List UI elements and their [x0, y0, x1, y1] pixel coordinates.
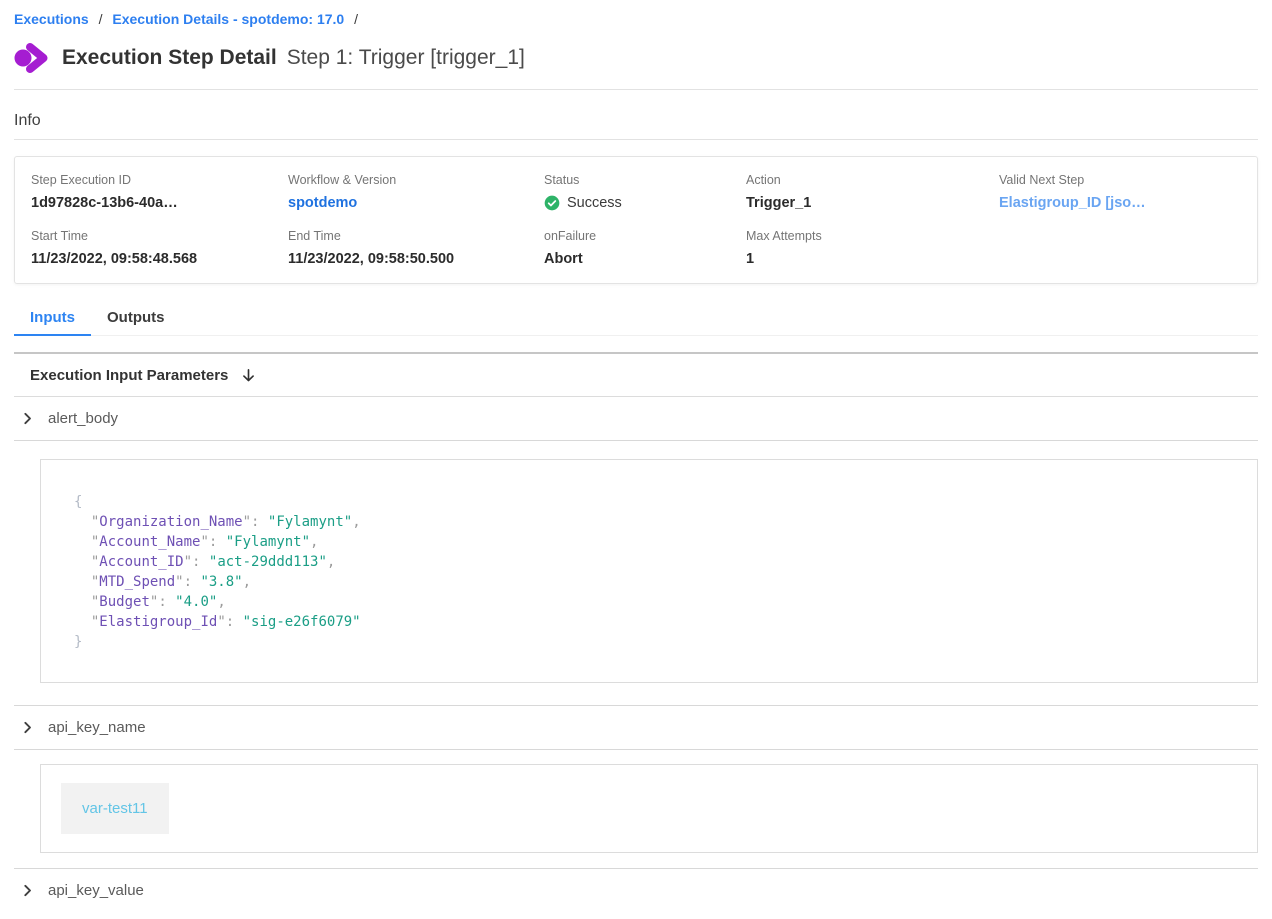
api-key-name-chip: var-test11 [61, 783, 169, 834]
breadcrumb-trailing-separator: / [354, 11, 358, 27]
tab-outputs[interactable]: Outputs [91, 309, 181, 336]
tab-inputs[interactable]: Inputs [14, 309, 91, 336]
field-workflow-version: Workflow & Version spotdemo [288, 173, 544, 211]
field-value: 1 [746, 251, 999, 267]
chevron-right-icon [20, 883, 35, 898]
param-row-alert-body[interactable]: alert_body [14, 397, 1258, 441]
field-onfailure: onFailure Abort [544, 229, 746, 267]
info-card: Step Execution ID 1d97828c-13b6-40a… Wor… [14, 156, 1258, 284]
field-label: Action [746, 173, 999, 187]
field-label: Valid Next Step [999, 173, 1241, 187]
field-label: Workflow & Version [288, 173, 544, 187]
page-header: Execution Step Detail Step 1: Trigger [t… [14, 39, 1258, 77]
field-value: 11/23/2022, 09:58:48.568 [31, 251, 288, 267]
field-label: onFailure [544, 229, 746, 243]
alert-body-value-box: { "Organization_Name": "Fylamynt", "Acco… [40, 459, 1258, 683]
section-title: Execution Input Parameters [30, 367, 228, 384]
workflow-link[interactable]: spotdemo [288, 195, 544, 211]
field-start-time: Start Time 11/23/2022, 09:58:48.568 [31, 229, 288, 267]
field-step-execution-id: Step Execution ID 1d97828c-13b6-40a… [31, 173, 288, 211]
brand-logo-icon [14, 42, 50, 74]
field-status: Status Success [544, 173, 746, 211]
breadcrumb: Executions / Execution Details - spotdem… [14, 0, 1258, 27]
execution-input-parameters-header: Execution Input Parameters [14, 354, 1258, 397]
breadcrumb-executions-link[interactable]: Executions [14, 11, 89, 27]
field-empty [999, 229, 1241, 267]
field-label: Start Time [31, 229, 288, 243]
field-label: Status [544, 173, 746, 187]
info-divider [14, 139, 1258, 140]
field-value: 1d97828c-13b6-40a… [31, 195, 288, 211]
page-title: Execution Step Detail [62, 46, 277, 70]
field-valid-next-step: Valid Next Step Elastigroup_ID [jso… [999, 173, 1241, 211]
param-row-api-key-name[interactable]: api_key_name [14, 705, 1258, 750]
title-divider [14, 89, 1258, 90]
success-check-icon [544, 195, 560, 211]
field-value: 11/23/2022, 09:58:50.500 [288, 251, 544, 267]
alert-body-json-viewer: { "Organization_Name": "Fylamynt", "Acco… [74, 492, 1224, 652]
param-name: api_key_name [48, 719, 146, 736]
param-row-api-key-value[interactable]: api_key_value [14, 868, 1258, 912]
param-name: api_key_value [48, 882, 144, 899]
page-subtitle: Step 1: Trigger [trigger_1] [287, 46, 525, 70]
field-value: Abort [544, 251, 746, 267]
field-label: Max Attempts [746, 229, 999, 243]
param-name: alert_body [48, 410, 118, 427]
valid-next-step-link[interactable]: Elastigroup_ID [jso… [999, 195, 1241, 211]
field-action: Action Trigger_1 [746, 173, 999, 211]
chevron-right-icon [20, 411, 35, 426]
status-text: Success [567, 195, 622, 211]
download-arrow-icon[interactable] [240, 367, 257, 384]
info-heading: Info [14, 112, 1258, 130]
field-max-attempts: Max Attempts 1 [746, 229, 999, 267]
breadcrumb-separator: / [99, 11, 103, 27]
tab-bar: Inputs Outputs [14, 309, 1258, 336]
chevron-right-icon [20, 720, 35, 735]
status-badge: Success [544, 195, 746, 211]
api-key-name-value-box: var-test11 [40, 764, 1258, 853]
breadcrumb-execution-details-link[interactable]: Execution Details - spotdemo: 17.0 [112, 11, 344, 27]
field-label: Step Execution ID [31, 173, 288, 187]
field-value: Trigger_1 [746, 195, 999, 211]
field-label: End Time [288, 229, 544, 243]
field-end-time: End Time 11/23/2022, 09:58:50.500 [288, 229, 544, 267]
